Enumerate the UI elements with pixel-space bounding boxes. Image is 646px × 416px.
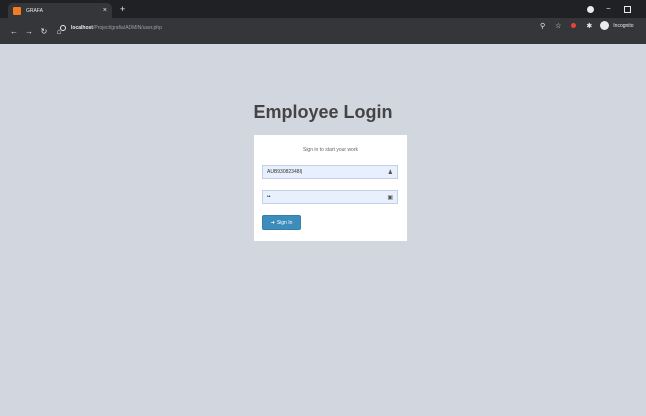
maximize-button[interactable] xyxy=(624,6,631,13)
tab-close-icon[interactable]: × xyxy=(103,7,107,14)
username-field[interactable]: AUB93082348I| ♟ xyxy=(262,165,398,179)
user-icon: ♟ xyxy=(387,169,393,176)
password-value: •• xyxy=(267,194,271,200)
reload-icon[interactable]: ↻ xyxy=(38,27,50,36)
address-bar[interactable]: localhost /Project/grafia/ADMIN/user.php xyxy=(60,21,550,35)
sign-in-label: Sign In xyxy=(276,219,293,226)
forward-icon[interactable]: → xyxy=(23,27,35,36)
site-info-icon[interactable] xyxy=(60,25,66,31)
username-value: AUB93082348I| xyxy=(267,169,303,175)
page-title: Employee Login xyxy=(253,102,393,122)
browser-toolbar: ← → ↻ ⌂ localhost /Project/grafia/ADMIN/… xyxy=(0,18,646,44)
minimize-button[interactable]: − xyxy=(606,4,611,14)
sign-in-icon: ➜ xyxy=(270,219,275,226)
tab-title: GRAFA xyxy=(26,7,43,14)
sign-in-button[interactable]: ➜ Sign In xyxy=(262,215,301,230)
extensions-puzzle-icon[interactable]: ✱ xyxy=(586,22,592,30)
password-field[interactable]: •• ▣ xyxy=(262,190,398,204)
toolbar-actions: ⚲ ☆ ✱ Incognito xyxy=(530,21,634,30)
incognito-icon[interactable] xyxy=(600,21,610,30)
url-path: /Project/grafia/ADMIN/user.php xyxy=(92,25,162,31)
bookmark-star-icon[interactable]: ☆ xyxy=(555,22,561,30)
back-icon[interactable]: ← xyxy=(8,27,20,36)
site-favicon-icon xyxy=(13,6,21,15)
new-tab-button[interactable]: + xyxy=(120,3,125,15)
login-box: Sign in to start your work AUB93082348I|… xyxy=(254,135,407,241)
browser-tab-bar: GRAFA × + − xyxy=(0,0,646,18)
recording-indicator-icon xyxy=(587,6,594,13)
browser-tab[interactable]: GRAFA × xyxy=(8,3,112,18)
key-icon[interactable]: ⚲ xyxy=(540,22,545,30)
login-message: Sign in to start your work xyxy=(302,147,359,153)
incognito-label: Incognito xyxy=(613,22,634,29)
lock-icon: ▣ xyxy=(387,194,393,201)
url-host: localhost xyxy=(71,25,93,31)
extension-icon[interactable] xyxy=(571,23,577,28)
